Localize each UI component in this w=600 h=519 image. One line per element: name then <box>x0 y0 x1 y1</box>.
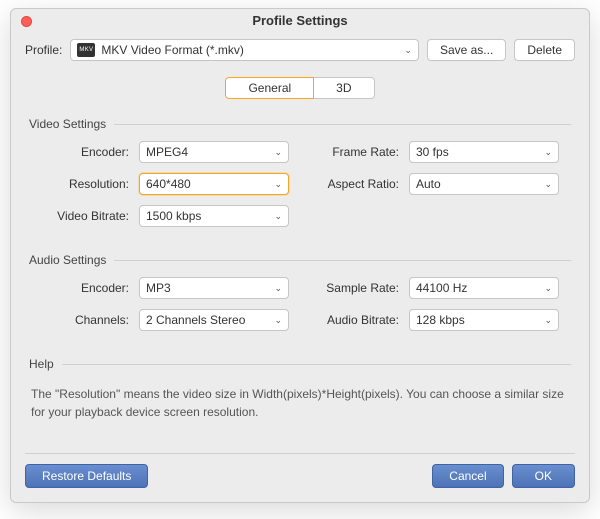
tab-3d[interactable]: 3D <box>313 77 374 99</box>
footer: Restore Defaults Cancel OK <box>11 454 589 502</box>
channels-value: 2 Channels Stereo <box>146 313 245 327</box>
profile-row: Profile: MKV Video Format (*.mkv) ⌄ Save… <box>11 33 589 67</box>
tab-bar: General 3D <box>11 77 589 99</box>
chevron-down-icon: ⌄ <box>274 315 282 326</box>
chevron-down-icon: ⌄ <box>544 283 552 294</box>
aspect-ratio-label: Aspect Ratio: <box>299 177 399 191</box>
resolution-label: Resolution: <box>29 177 129 191</box>
aspect-ratio-value: Auto <box>416 177 441 191</box>
profile-label: Profile: <box>25 43 62 57</box>
audio-encoder-select[interactable]: MP3 ⌄ <box>139 277 289 299</box>
window-title: Profile Settings <box>252 13 347 28</box>
profile-select[interactable]: MKV Video Format (*.mkv) ⌄ <box>70 39 419 61</box>
chevron-down-icon: ⌄ <box>544 147 552 158</box>
mkv-icon <box>77 43 95 57</box>
chevron-down-icon: ⌄ <box>274 179 282 190</box>
audio-bitrate-select[interactable]: 128 kbps ⌄ <box>409 309 559 331</box>
help-title: Help <box>29 357 54 371</box>
audio-encoder-label: Encoder: <box>29 281 129 295</box>
tab-general[interactable]: General <box>225 77 314 99</box>
resolution-value: 640*480 <box>146 177 191 191</box>
titlebar: Profile Settings <box>11 9 589 33</box>
video-encoder-value: MPEG4 <box>146 145 188 159</box>
divider <box>62 364 571 365</box>
audio-encoder-value: MP3 <box>146 281 171 295</box>
video-encoder-select[interactable]: MPEG4 ⌄ <box>139 141 289 163</box>
channels-label: Channels: <box>29 313 129 327</box>
sample-rate-value: 44100 Hz <box>416 281 467 295</box>
chevron-down-icon: ⌄ <box>274 147 282 158</box>
encoder-label: Encoder: <box>29 145 129 159</box>
audio-settings-section: Audio Settings Encoder: MP3 ⌄ Sample Rat… <box>29 253 571 331</box>
save-as-button[interactable]: Save as... <box>427 39 506 61</box>
chevron-down-icon: ⌄ <box>404 45 412 56</box>
video-bitrate-label: Video Bitrate: <box>29 209 129 223</box>
profile-value: MKV Video Format (*.mkv) <box>101 43 392 57</box>
resolution-select[interactable]: 640*480 ⌄ <box>139 173 289 195</box>
delete-button[interactable]: Delete <box>514 39 575 61</box>
frame-rate-select[interactable]: 30 fps ⌄ <box>409 141 559 163</box>
frame-rate-value: 30 fps <box>416 145 449 159</box>
divider <box>114 260 571 261</box>
chevron-down-icon: ⌄ <box>544 179 552 190</box>
sample-rate-label: Sample Rate: <box>299 281 399 295</box>
help-section: Help The "Resolution" means the video si… <box>29 357 571 421</box>
audio-bitrate-label: Audio Bitrate: <box>299 313 399 327</box>
video-settings-section: Video Settings Encoder: MPEG4 ⌄ Frame Ra… <box>29 117 571 227</box>
aspect-ratio-select[interactable]: Auto ⌄ <box>409 173 559 195</box>
video-bitrate-value: 1500 kbps <box>146 209 201 223</box>
audio-settings-title: Audio Settings <box>29 253 106 267</box>
chevron-down-icon: ⌄ <box>544 315 552 326</box>
cancel-button[interactable]: Cancel <box>432 464 503 488</box>
video-bitrate-select[interactable]: 1500 kbps ⌄ <box>139 205 289 227</box>
content-area: Video Settings Encoder: MPEG4 ⌄ Frame Ra… <box>11 107 589 453</box>
ok-button[interactable]: OK <box>512 464 575 488</box>
audio-bitrate-value: 128 kbps <box>416 313 465 327</box>
close-icon[interactable] <box>21 16 32 27</box>
video-settings-title: Video Settings <box>29 117 106 131</box>
profile-settings-window: Profile Settings Profile: MKV Video Form… <box>10 8 590 503</box>
help-text: The "Resolution" means the video size in… <box>29 381 571 421</box>
divider <box>114 124 571 125</box>
chevron-down-icon: ⌄ <box>274 211 282 222</box>
channels-select[interactable]: 2 Channels Stereo ⌄ <box>139 309 289 331</box>
chevron-down-icon: ⌄ <box>274 283 282 294</box>
sample-rate-select[interactable]: 44100 Hz ⌄ <box>409 277 559 299</box>
frame-rate-label: Frame Rate: <box>299 145 399 159</box>
restore-defaults-button[interactable]: Restore Defaults <box>25 464 148 488</box>
